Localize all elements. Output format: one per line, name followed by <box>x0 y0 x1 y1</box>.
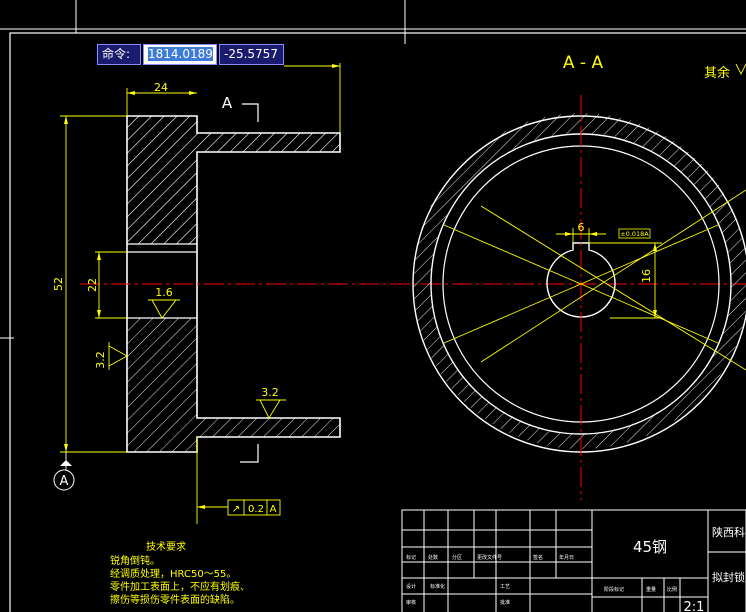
svg-text:A: A <box>270 504 277 515</box>
dim-keyway-width: 6 <box>578 221 585 234</box>
svg-text:批准: 批准 <box>500 599 510 606</box>
dim-bore: 22 <box>86 278 99 292</box>
other-roughness-note: 其余 <box>704 65 730 81</box>
hatch-left-upper <box>127 116 197 244</box>
svg-text:A: A <box>60 474 69 489</box>
svg-text:审核: 审核 <box>406 599 416 606</box>
svg-text:A: A <box>222 94 233 112</box>
tech-requirement-line-4: 擦伤等损伤零件表面的缺陷。 <box>110 595 240 606</box>
title-block <box>401 509 746 612</box>
datum-marker: A <box>53 452 75 491</box>
drawing-border <box>9 0 746 612</box>
crosshair-cursor <box>0 0 746 339</box>
part-label: 拟封锁 <box>712 570 745 584</box>
svg-text:签名: 签名 <box>533 554 543 561</box>
tech-requirement-line-3: 零件加工表面上，不应有划痕、 <box>110 582 250 593</box>
svg-text:标准化: 标准化 <box>430 583 445 590</box>
svg-text:处数: 处数 <box>428 554 438 561</box>
cad-drawing-canvas[interactable]: 24 52 22 1.6 3.2 3.2 A A ↗ 0.2 A A - A 其… <box>0 0 746 612</box>
roughness-hub-face: 3.2 <box>256 386 286 419</box>
circular-view[interactable]: A - A 其余 6 ±0.018A 16 <box>412 53 746 500</box>
svg-text:0.2: 0.2 <box>248 504 264 515</box>
hatch-flange-upper <box>197 133 340 152</box>
tech-requirement-line-2: 经调质处理，HRC50～55。 <box>110 569 237 580</box>
svg-text:3.2: 3.2 <box>94 351 107 369</box>
svg-text:阶段标记: 阶段标记 <box>604 586 624 593</box>
dim-width-top: 24 <box>154 81 168 94</box>
svg-text:分区: 分区 <box>452 554 462 561</box>
school-label: 陕西科 <box>712 525 745 539</box>
tech-requirements-title: 技术要求 <box>146 542 186 553</box>
dim-keyway-depth: 16 <box>640 269 653 283</box>
material-label: 45钢 <box>633 538 667 556</box>
svg-text:设计: 设计 <box>406 583 416 590</box>
tech-requirement-line-1: 锐角倒钝。 <box>110 556 160 567</box>
keyway-callout: ±0.018A <box>620 230 649 238</box>
tolerance-frame: ↗ 0.2 A <box>196 437 281 524</box>
hatched-ring <box>413 113 746 449</box>
svg-text:比例: 比例 <box>667 586 677 593</box>
svg-text:↗: ↗ <box>232 504 240 515</box>
svg-text:标记: 标记 <box>406 554 416 561</box>
svg-text:1.6: 1.6 <box>155 286 173 299</box>
svg-text:3.2: 3.2 <box>261 386 279 399</box>
scale-value: 2:1 <box>684 600 705 612</box>
dim-height-total: 52 <box>52 277 65 291</box>
svg-text:重量: 重量 <box>646 586 656 593</box>
roughness-bore: 1.6 <box>148 286 180 319</box>
svg-text:工艺: 工艺 <box>500 584 510 590</box>
roughness-left-face: 3.2 <box>94 342 128 370</box>
svg-text:更改文件号: 更改文件号 <box>477 554 502 561</box>
svg-text:年月日: 年月日 <box>559 554 574 561</box>
hatch-flange-lower <box>197 418 340 437</box>
hatch-left-lower <box>127 318 197 452</box>
title-block-text: 45钢 陕西科 拟封锁 2:1 标记 处数 分区 更改文件号 签名 年月日 设计… <box>406 525 745 612</box>
section-label: A - A <box>563 53 604 73</box>
